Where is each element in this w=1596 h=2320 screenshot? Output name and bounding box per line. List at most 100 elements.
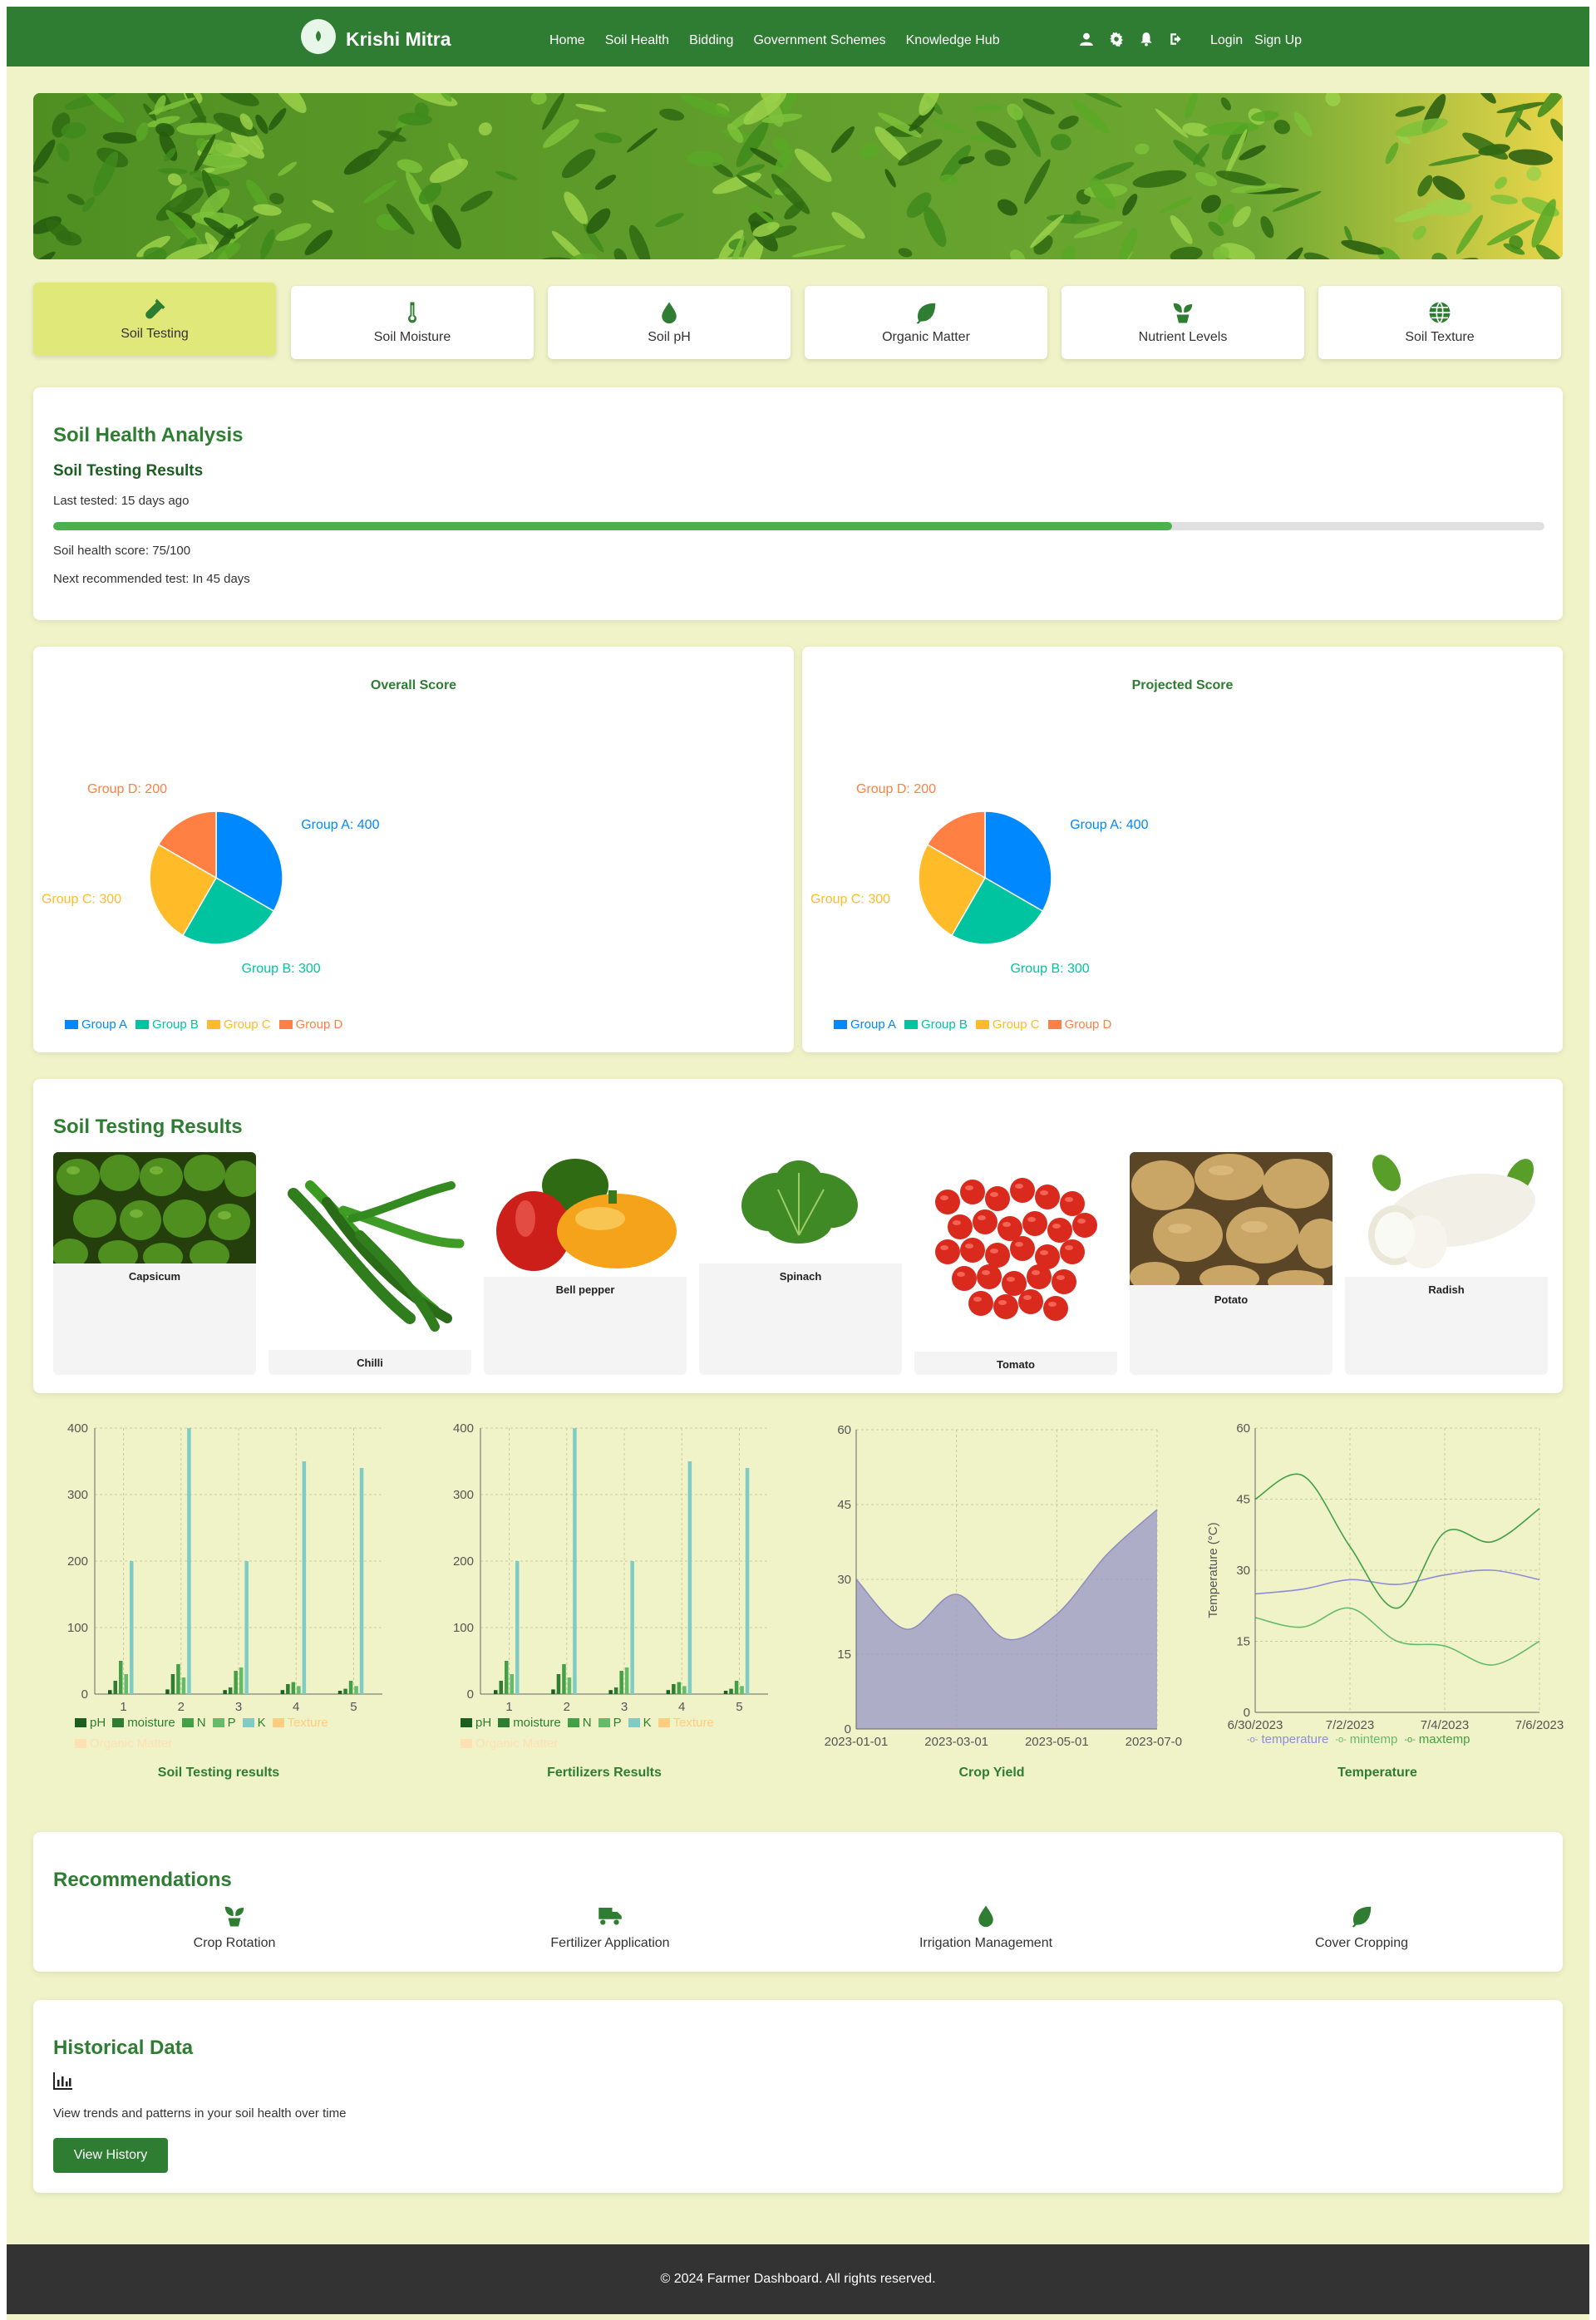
legend-item[interactable]: -o-maxtemp — [1404, 1732, 1470, 1746]
bar[interactable] — [113, 1681, 118, 1694]
area-fill[interactable] — [856, 1510, 1157, 1729]
bar[interactable] — [176, 1664, 180, 1694]
bar[interactable] — [165, 1689, 170, 1694]
bar[interactable] — [630, 1561, 634, 1694]
bar[interactable] — [337, 1691, 342, 1694]
tab-soil-texture[interactable]: Soil Texture — [1318, 286, 1561, 359]
bar[interactable] — [499, 1681, 504, 1694]
bar[interactable] — [223, 1690, 227, 1694]
legend-item[interactable]: Group B — [904, 1017, 968, 1032]
nav-link-bidding[interactable]: Bidding — [689, 33, 733, 48]
gear-icon[interactable] — [1109, 32, 1124, 47]
bar[interactable] — [359, 1468, 364, 1694]
bar[interactable] — [613, 1687, 618, 1694]
bar[interactable] — [608, 1690, 613, 1694]
view-history-button[interactable]: View History — [53, 2138, 168, 2173]
bar[interactable] — [562, 1664, 566, 1694]
legend-item[interactable]: N — [567, 1716, 592, 1730]
bar[interactable] — [343, 1688, 347, 1694]
nav-link-home[interactable]: Home — [549, 33, 585, 48]
legend-item[interactable]: pH — [461, 1716, 491, 1730]
bar[interactable] — [354, 1686, 358, 1694]
user-icon[interactable] — [1079, 32, 1094, 47]
bar[interactable] — [573, 1428, 577, 1694]
legend-item[interactable]: P — [212, 1716, 236, 1730]
nav-link-government-schemes[interactable]: Government Schemes — [753, 33, 885, 48]
legend-item[interactable]: K — [242, 1716, 266, 1730]
produce-card-radish[interactable]: Radish — [1345, 1152, 1548, 1375]
signup-link[interactable]: Sign Up — [1254, 33, 1302, 48]
legend-item[interactable]: Group D — [1047, 1017, 1111, 1032]
produce-card-spinach[interactable]: Spinach — [699, 1152, 902, 1375]
bar[interactable] — [723, 1691, 728, 1694]
brand-name[interactable]: Krishi Mitra — [346, 28, 451, 51]
bar[interactable] — [551, 1689, 555, 1694]
bar[interactable] — [244, 1561, 249, 1694]
bar[interactable] — [494, 1690, 498, 1694]
bar[interactable] — [187, 1428, 191, 1694]
legend-item[interactable]: Group B — [135, 1017, 199, 1032]
rec-crop-rotation[interactable]: Crop Rotation — [110, 1904, 359, 1951]
legend-item[interactable]: Organic Matter — [461, 1736, 558, 1751]
legend-item[interactable]: Group A — [834, 1017, 896, 1032]
legend-item[interactable]: N — [181, 1716, 206, 1730]
bar[interactable] — [567, 1677, 572, 1694]
series-line-mintemp[interactable] — [1254, 1607, 1540, 1666]
bar[interactable] — [666, 1690, 671, 1694]
legend-item[interactable]: Group C — [206, 1017, 271, 1032]
bar[interactable] — [286, 1684, 290, 1694]
legend-item[interactable]: Group D — [278, 1017, 342, 1032]
legend-item[interactable]: Group C — [975, 1017, 1040, 1032]
bar[interactable] — [515, 1561, 520, 1694]
series-line-temperature[interactable] — [1254, 1569, 1540, 1595]
produce-card-tomato[interactable]: Tomato — [914, 1152, 1117, 1375]
bar[interactable] — [170, 1674, 175, 1694]
legend-item[interactable]: moisture — [498, 1716, 561, 1730]
bar[interactable] — [291, 1682, 296, 1694]
bar[interactable] — [348, 1681, 353, 1694]
bar[interactable] — [181, 1677, 186, 1694]
logo[interactable] — [301, 19, 336, 54]
bar[interactable] — [672, 1684, 676, 1694]
tab-soil-ph[interactable]: Soil pH — [548, 286, 791, 359]
legend-item[interactable]: -o-temperature — [1247, 1732, 1328, 1746]
bar[interactable] — [745, 1468, 750, 1694]
bar[interactable] — [239, 1667, 244, 1694]
legend-item[interactable]: Group A — [65, 1017, 127, 1032]
series-line-maxtemp[interactable] — [1254, 1473, 1540, 1609]
legend-item[interactable]: K — [628, 1716, 652, 1730]
bar[interactable] — [624, 1667, 629, 1694]
bar[interactable] — [734, 1681, 739, 1694]
bar[interactable] — [297, 1686, 301, 1694]
bar[interactable] — [687, 1461, 692, 1694]
bar[interactable] — [556, 1674, 561, 1694]
bar[interactable] — [280, 1690, 285, 1694]
bar[interactable] — [677, 1682, 682, 1694]
bar[interactable] — [108, 1690, 112, 1694]
bar[interactable] — [124, 1674, 129, 1694]
bar[interactable] — [682, 1686, 687, 1694]
produce-card-chilli[interactable]: Chilli — [268, 1152, 471, 1375]
tab-soil-testing[interactable]: Soil Testing — [33, 283, 276, 356]
bell-icon[interactable] — [1139, 32, 1154, 47]
legend-item[interactable]: P — [598, 1716, 622, 1730]
nav-link-knowledge-hub[interactable]: Knowledge Hub — [906, 33, 1000, 48]
bar[interactable] — [228, 1687, 233, 1694]
bar[interactable] — [619, 1671, 623, 1694]
tab-organic-matter[interactable]: Organic Matter — [805, 286, 1047, 359]
rec-irrigation-management[interactable]: Irrigation Management — [861, 1904, 1111, 1951]
bar[interactable] — [234, 1671, 238, 1694]
rec-fertilizer-application[interactable]: Fertilizer Application — [485, 1904, 735, 1951]
bar[interactable] — [505, 1661, 509, 1694]
bar[interactable] — [740, 1686, 744, 1694]
tab-soil-moisture[interactable]: Soil Moisture — [291, 286, 534, 359]
produce-card-capsicum[interactable]: Capsicum — [53, 1152, 256, 1375]
legend-item[interactable]: Texture — [658, 1716, 714, 1730]
produce-card-bell-pepper[interactable]: Bell pepper — [484, 1152, 687, 1375]
logout-icon[interactable] — [1169, 32, 1184, 47]
produce-card-potato[interactable]: Potato — [1130, 1152, 1332, 1375]
bar[interactable] — [119, 1661, 123, 1694]
bar[interactable] — [510, 1674, 515, 1694]
legend-item[interactable]: moisture — [112, 1716, 175, 1730]
bar[interactable] — [302, 1461, 307, 1694]
